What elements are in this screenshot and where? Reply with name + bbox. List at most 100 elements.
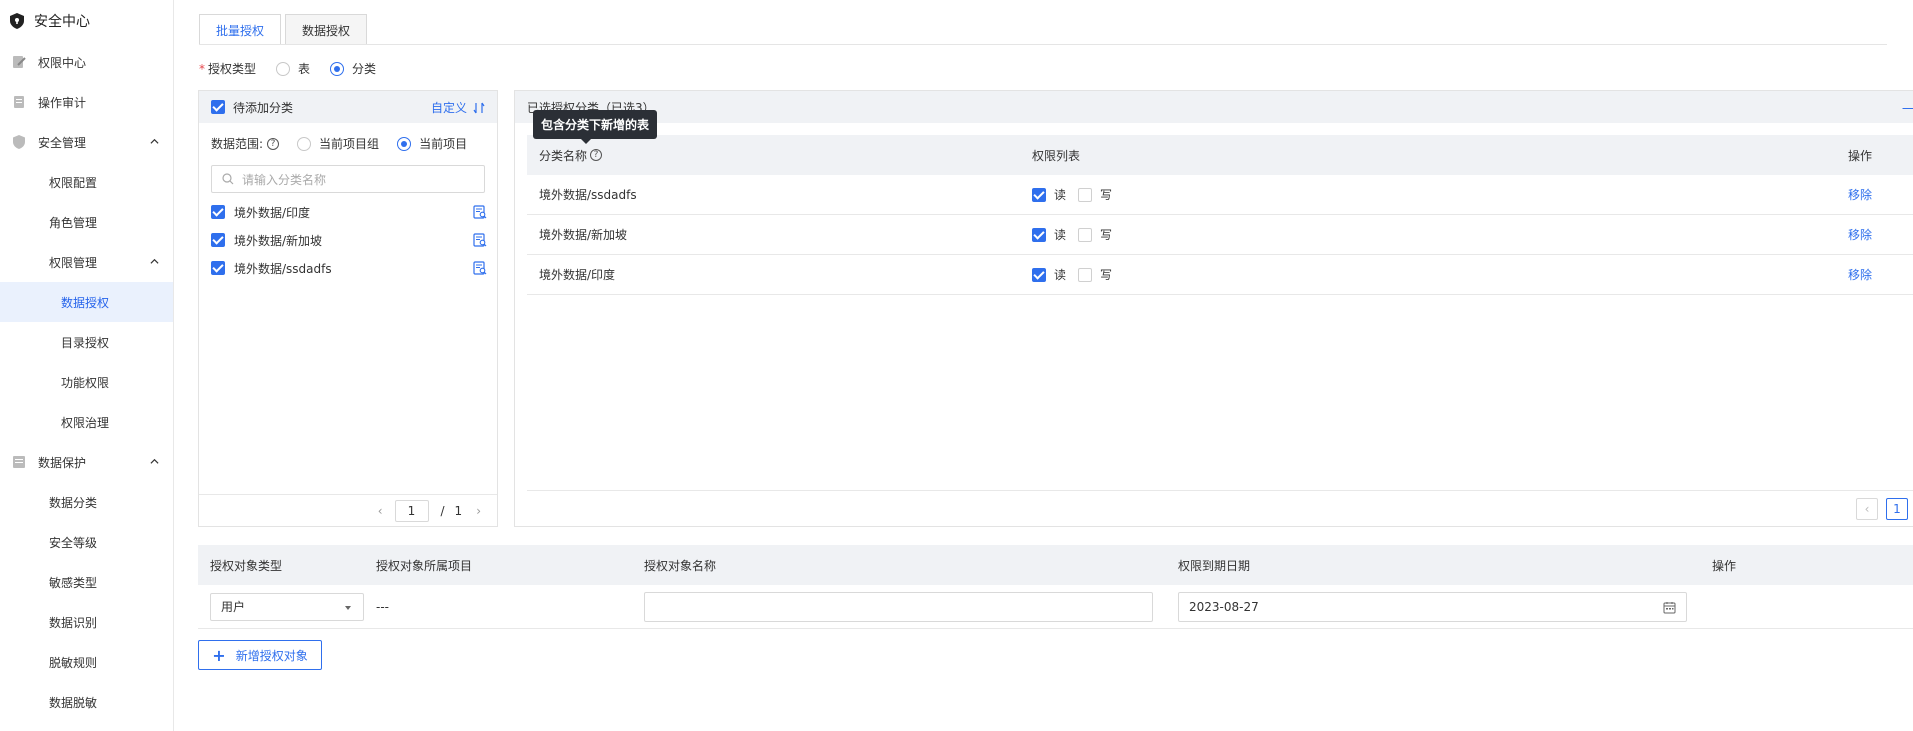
current-page-button[interactable]: 1 (1886, 497, 1908, 520)
sidebar-item-permission-center[interactable]: 权限中心 (0, 42, 173, 82)
chevron-up-icon (150, 138, 159, 144)
custom-label: 自定义 (430, 101, 467, 115)
sidebar-item-label: 敏感类型 (49, 575, 98, 590)
sidebar-item-label: 数据授权 (61, 295, 110, 310)
sidebar-item-label: 数据分类 (49, 495, 98, 510)
sidebar-item-data-recognition[interactable]: 数据识别 (0, 602, 173, 642)
sidebar-item-masking-rules[interactable]: 脱敏规则 (0, 642, 173, 682)
sidebar-item-security-level[interactable]: 安全等级 (0, 522, 173, 562)
sidebar-item-label: 目录授权 (61, 335, 110, 350)
preview-doc-icon[interactable] (473, 233, 487, 247)
calendar-icon (1663, 601, 1676, 613)
sidebar-item-data-masking[interactable]: 数据脱敏 (0, 682, 173, 722)
remove-link[interactable]: 移除 (1848, 268, 1872, 282)
radio-category[interactable] (330, 61, 345, 76)
item-checkbox[interactable] (211, 233, 225, 247)
tab-data-authorization[interactable]: 数据授权 (285, 14, 368, 45)
write-checkbox[interactable] (1078, 227, 1093, 242)
pending-panel-header: 待添加分类 自定义 (199, 91, 497, 123)
table-header: 分类名称 ? 权限列表 操作 (527, 135, 1913, 175)
expire-date-picker[interactable]: 2023-08-27 (1178, 591, 1687, 622)
page-input[interactable]: 1 (394, 499, 429, 522)
cell-project: --- (376, 599, 389, 614)
radio-table-label: 表 (298, 62, 311, 76)
search-placeholder: 请输入分类名称 (242, 172, 327, 187)
sidebar-item-label: 权限治理 (61, 415, 110, 430)
help-icon[interactable]: ? (267, 137, 280, 150)
page-total: 1 (454, 503, 463, 518)
sidebar-item-audit[interactable]: 操作审计 (0, 82, 173, 122)
custom-button[interactable]: 自定义 (431, 99, 485, 116)
write-label: 写 (1100, 268, 1113, 282)
sidebar-item-catalog-authorization[interactable]: 目录授权 (0, 322, 173, 362)
auth-type-field: * 授权类型 表 分类 (199, 60, 376, 77)
preview-doc-icon[interactable] (473, 205, 487, 219)
sidebar-item-label: 数据识别 (49, 615, 98, 630)
sidebar-item-data-classification[interactable]: 数据分类 (0, 482, 173, 522)
radio-current-project-group[interactable] (297, 136, 312, 151)
category-search-input[interactable]: 请输入分类名称 (211, 165, 485, 193)
list-item[interactable]: 境外数据/印度 (211, 202, 487, 222)
sidebar-item-permission-governance[interactable]: 权限治理 (0, 402, 173, 442)
sidebar-item-label: 数据保护 (38, 455, 87, 470)
remove-link[interactable]: 移除 (1848, 228, 1872, 242)
header-name: 分类名称 ? (527, 147, 1032, 164)
radio-current-project-label: 当前项目 (419, 137, 468, 151)
row-action: 移除 (1792, 186, 1913, 203)
cell-name (644, 591, 1178, 622)
radio-category-label: 分类 (352, 62, 377, 76)
object-type-select[interactable]: 用户 (210, 592, 364, 621)
write-checkbox[interactable] (1078, 187, 1093, 202)
cell-type: 用户 (198, 592, 376, 621)
preview-doc-icon[interactable] (473, 261, 487, 275)
header-type: 授权对象类型 (210, 558, 283, 573)
prev-page-button[interactable]: ‹ (1856, 497, 1878, 520)
cell-expire: 2023-08-27 (1178, 591, 1712, 622)
row-action: 移除 (1792, 266, 1913, 283)
row-perms: 读 写 (1032, 266, 1792, 283)
header-action: 操作 (1848, 148, 1873, 163)
sidebar-item-data-authorization[interactable]: 数据授权 (0, 282, 173, 322)
tab-batch-authorization[interactable]: 批量授权 (199, 14, 282, 45)
sidebar-item-label: 安全管理 (38, 135, 87, 150)
clear-all-button[interactable]: 一键清空 (1902, 100, 1913, 117)
read-checkbox[interactable] (1032, 267, 1046, 282)
write-label: 写 (1100, 228, 1113, 242)
header-name: 授权对象名称 (644, 558, 717, 573)
pagination: ‹ 1 › (527, 490, 1913, 526)
sidebar-item-security-management[interactable]: 安全管理 (0, 122, 173, 162)
object-name-input[interactable] (644, 591, 1153, 622)
read-checkbox[interactable] (1032, 227, 1046, 242)
item-checkbox[interactable] (211, 261, 225, 275)
item-checkbox[interactable] (211, 205, 225, 219)
sidebar-item-sensitive-type[interactable]: 敏感类型 (0, 562, 173, 602)
sidebar-item-role-management[interactable]: 角色管理 (0, 202, 173, 242)
list-item[interactable]: 境外数据/新加坡 (211, 230, 487, 250)
write-checkbox[interactable] (1078, 267, 1093, 282)
main-content: 批量授权 数据授权 * 授权类型 表 分类 待添加分类 自定义 数据范围: ? … (175, 0, 1913, 731)
edit-doc-icon (13, 56, 26, 68)
select-all-checkbox[interactable] (211, 100, 225, 114)
prev-page-icon[interactable]: ‹ (378, 504, 383, 518)
read-checkbox[interactable] (1032, 187, 1046, 202)
pagination: ‹ 1 / 1 › (199, 494, 497, 526)
radio-table[interactable] (276, 61, 291, 76)
remove-link[interactable]: 移除 (1848, 188, 1872, 202)
sidebar-item-label: 权限配置 (49, 175, 98, 190)
add-auth-object-button[interactable]: + 新增授权对象 (198, 640, 322, 670)
sidebar-item-function-permission[interactable]: 功能权限 (0, 362, 173, 402)
document-icon (14, 96, 24, 108)
auth-object-table: 授权对象类型 授权对象所属项目 授权对象名称 权限到期日期 操作 用户 --- … (198, 545, 1913, 629)
sidebar-item-data-protection[interactable]: 数据保护 (0, 442, 173, 482)
next-page-icon[interactable]: › (476, 504, 481, 518)
sidebar-item-label: 权限中心 (38, 55, 87, 70)
sidebar-item-permission-config[interactable]: 权限配置 (0, 162, 173, 202)
row-perms: 读 写 (1032, 186, 1792, 203)
row-name: 境外数据/印度 (539, 268, 616, 282)
header-name-label: 分类名称 (539, 148, 588, 163)
chevron-up-icon (150, 258, 159, 264)
help-icon[interactable]: ? (590, 149, 603, 161)
sidebar-item-permission-management[interactable]: 权限管理 (0, 242, 173, 282)
list-item[interactable]: 境外数据/ssdadfs (211, 258, 487, 278)
radio-current-project[interactable] (397, 136, 412, 151)
